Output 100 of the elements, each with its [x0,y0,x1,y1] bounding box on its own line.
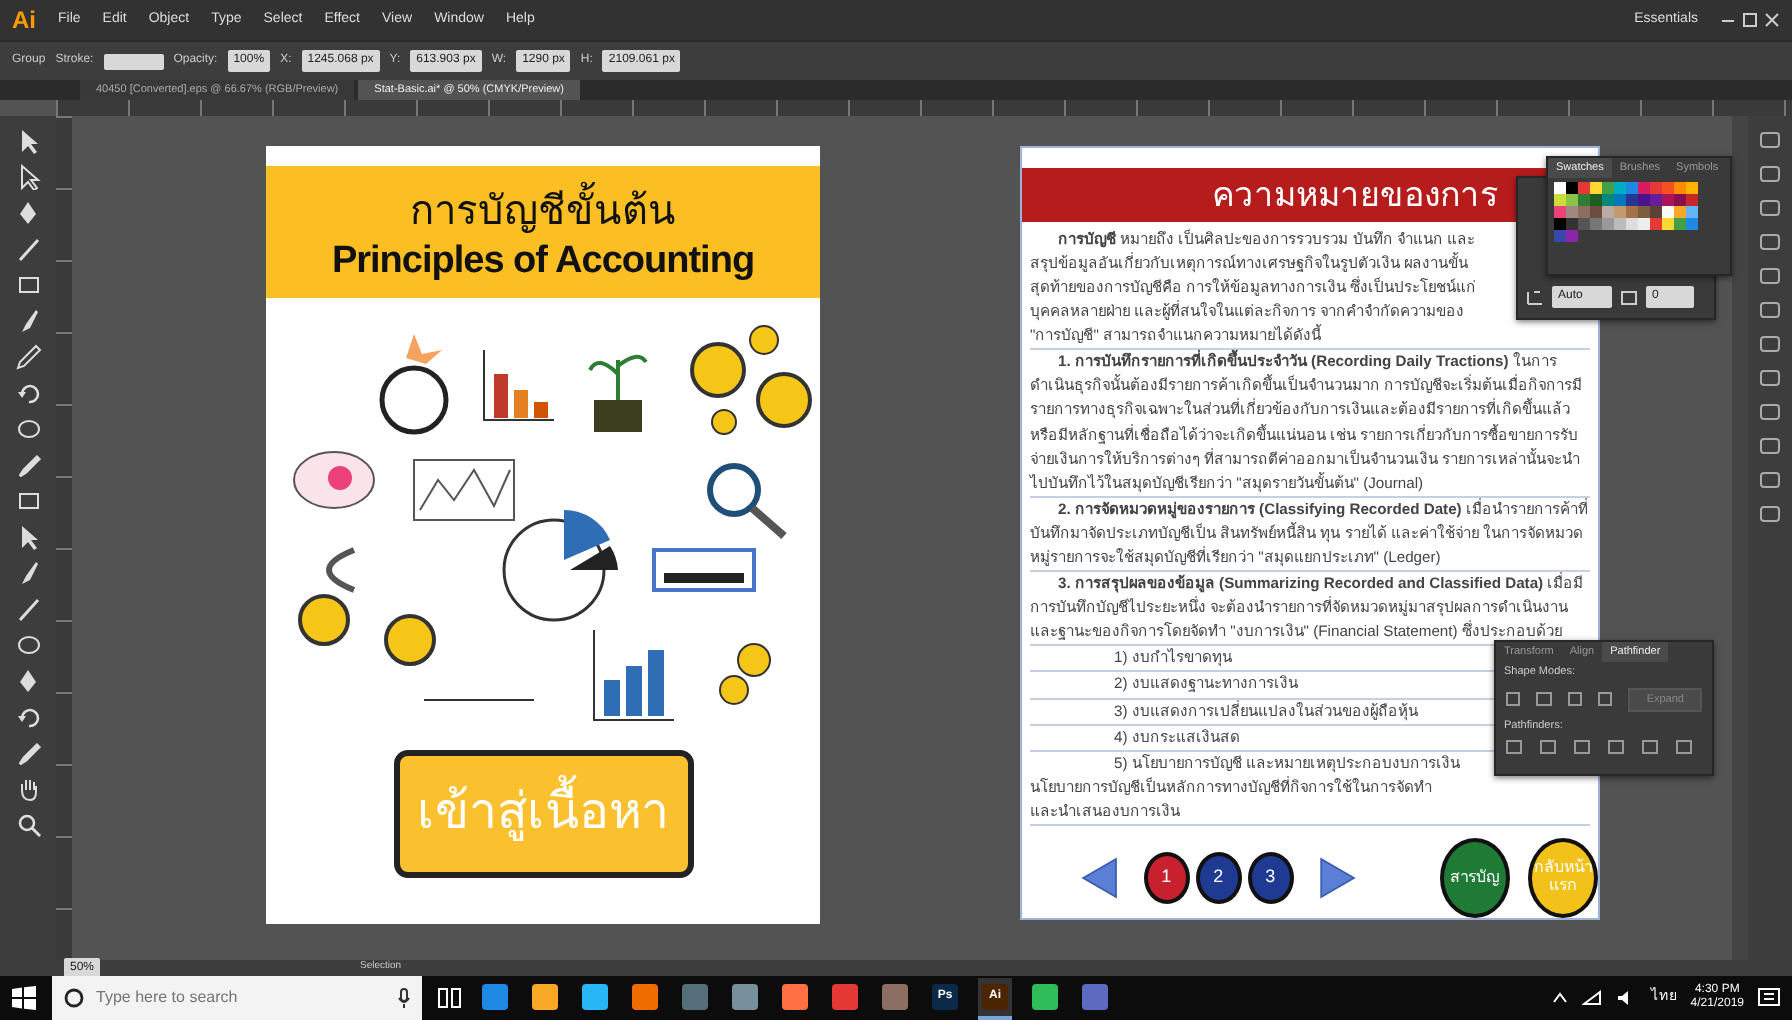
color-swatch[interactable] [1602,206,1614,219]
app-icon[interactable] [832,983,858,1009]
search-input[interactable]: Type here to search [96,986,376,1010]
app-icon[interactable] [532,983,558,1009]
app-icon[interactable] [582,983,608,1009]
color-swatch[interactable] [1650,206,1662,219]
app-icon[interactable] [482,983,508,1009]
color-swatch[interactable] [1554,230,1566,243]
pencil-icon[interactable] [15,344,41,370]
chevron-up-icon[interactable] [1552,992,1569,1004]
app-icon[interactable] [632,983,658,1009]
color-swatch[interactable] [1554,206,1566,219]
color-swatch[interactable] [1614,194,1626,207]
color-swatch[interactable] [1662,218,1674,231]
zoom-icon[interactable] [15,812,41,838]
round-menu-button[interactable]: สารบัญ [1439,838,1510,918]
color-swatch[interactable] [1590,206,1602,219]
next-arrow-button[interactable] [1315,852,1359,904]
color-swatch[interactable] [1686,206,1698,219]
color-swatch[interactable] [1650,182,1662,195]
color-swatch[interactable] [1590,218,1602,231]
color-swatch[interactable] [1638,194,1650,207]
cover-title: การบัญชีขั้นต้น [410,181,676,242]
pathfinder-icon[interactable] [1574,740,1590,754]
pen-icon[interactable] [15,200,41,226]
color-swatch[interactable] [1614,218,1626,231]
color-swatch[interactable] [1638,182,1650,195]
color-swatch[interactable] [1566,206,1578,219]
ellipse-icon[interactable] [15,632,41,658]
color-swatch[interactable] [1578,182,1590,195]
color-swatch[interactable] [1578,218,1590,231]
page-number-button[interactable]: 2 [1195,852,1242,904]
ellipse-icon[interactable] [15,416,41,442]
color-swatch[interactable] [1626,182,1638,195]
color-swatch[interactable] [1674,194,1686,207]
color-swatch[interactable] [1686,194,1698,207]
windows-start-icon[interactable] [12,986,36,1010]
color-swatch[interactable] [1626,218,1638,231]
stroke-field[interactable] [103,53,164,69]
color-swatch[interactable] [1638,218,1650,231]
color-swatch[interactable] [1674,182,1686,195]
app-icon[interactable] [732,983,758,1009]
rectangle-icon[interactable] [15,488,41,514]
pathfinder-icon[interactable] [1676,740,1692,754]
app-icon[interactable] [1032,983,1058,1009]
hand-icon[interactable] [15,776,41,802]
pointer-icon[interactable] [15,164,41,190]
color-swatch[interactable] [1674,206,1686,219]
color-swatch[interactable] [1626,206,1638,219]
color-swatch[interactable] [1614,206,1626,219]
color-swatch[interactable] [1566,182,1578,195]
color-swatch[interactable] [1650,218,1662,231]
rectangle-icon[interactable] [15,272,41,298]
color-swatch[interactable] [1602,194,1614,207]
eyedropper-icon[interactable] [15,452,41,478]
pathfinder-icon[interactable] [1540,740,1556,754]
color-swatch[interactable] [1626,194,1638,207]
pathfinder-icon[interactable] [1642,740,1658,754]
color-swatch[interactable] [1578,194,1590,207]
microphone-icon[interactable] [398,988,410,1008]
pathfinder-icon[interactable] [1608,740,1624,754]
color-swatch[interactable] [1614,182,1626,195]
rotate-icon[interactable] [15,704,41,730]
color-swatch[interactable] [1566,230,1578,243]
notification-icon[interactable] [1758,988,1780,1008]
color-swatch[interactable] [1554,182,1566,195]
page-number-button[interactable]: 1 [1143,852,1190,904]
color-swatch[interactable] [1590,194,1602,207]
app-icon[interactable] [882,983,908,1009]
pen-icon[interactable] [15,668,41,694]
color-swatch[interactable] [1686,218,1698,231]
previous-arrow-button[interactable] [1078,852,1122,904]
color-swatch[interactable] [1662,206,1674,219]
window-controls-icon[interactable] [1720,12,1780,28]
app-icon[interactable] [782,983,808,1009]
color-swatch[interactable] [1662,194,1674,207]
app-icon[interactable] [1082,983,1108,1009]
line-icon[interactable] [15,596,41,622]
color-swatch[interactable] [1554,218,1566,231]
color-swatch[interactable] [1662,182,1674,195]
color-swatch[interactable] [1590,182,1602,195]
line-icon[interactable] [15,236,41,262]
pathfinder-icon[interactable] [1506,740,1522,754]
page-number-button[interactable]: 3 [1247,852,1294,904]
color-swatch[interactable] [1578,206,1590,219]
color-swatch[interactable] [1674,218,1686,231]
task-view-icon[interactable] [438,988,462,1008]
color-swatch[interactable] [1566,194,1578,207]
color-swatch[interactable] [1650,194,1662,207]
network-icon[interactable] [1582,990,1603,1006]
eyedropper-icon[interactable] [15,740,41,766]
color-swatch[interactable] [1638,206,1650,219]
color-swatch[interactable] [1686,182,1698,195]
color-swatch[interactable] [1602,218,1614,231]
color-swatch[interactable] [1566,218,1578,231]
taskbar-search-field[interactable]: Type here to search [52,976,422,1020]
color-swatch[interactable] [1554,194,1566,207]
rotate-icon[interactable] [15,380,41,406]
color-swatch[interactable] [1602,182,1614,195]
vertical-scrollbar[interactable] [1732,116,1748,960]
